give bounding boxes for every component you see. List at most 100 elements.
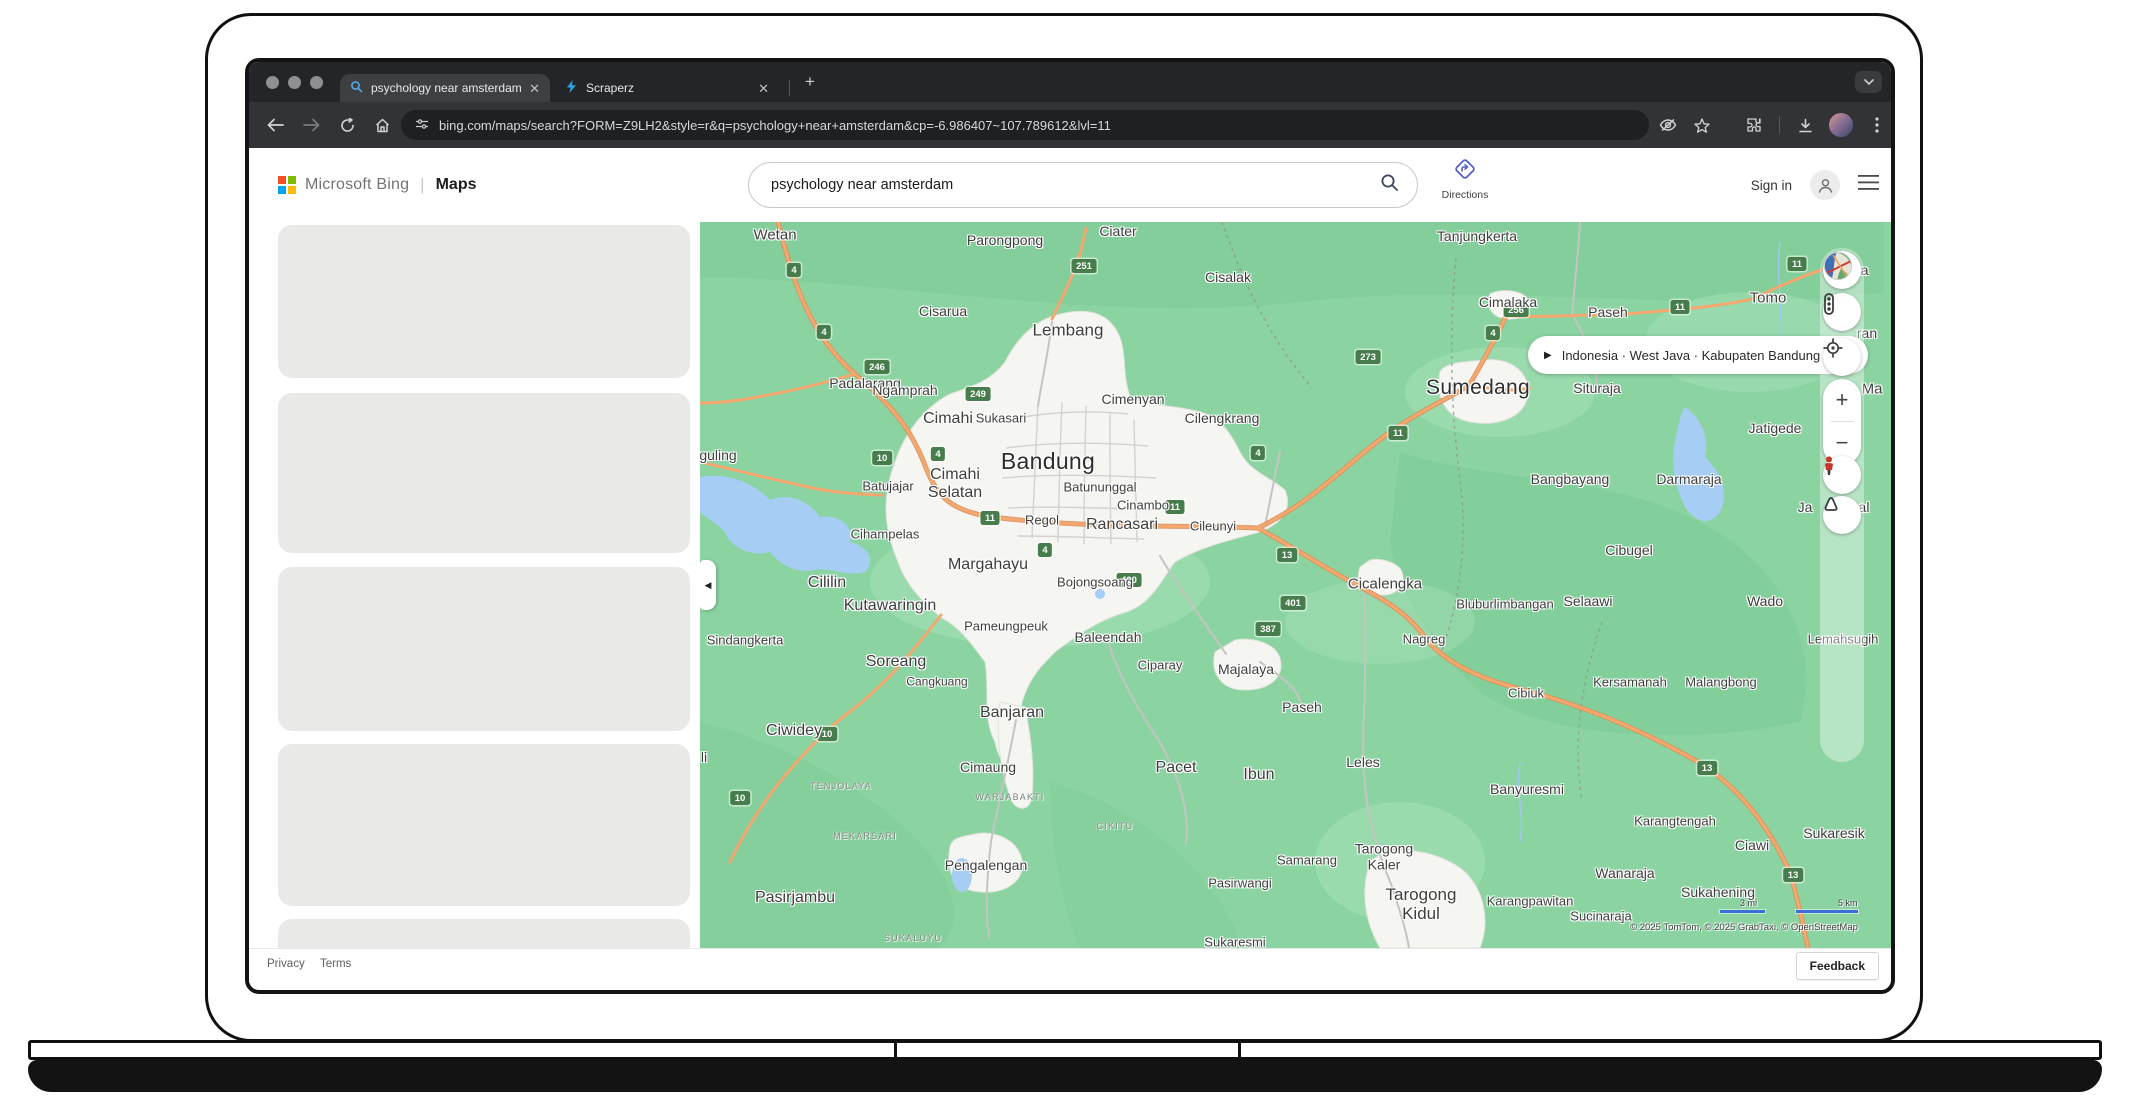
tab-search-chevron-button[interactable] (1855, 71, 1882, 93)
map-label: Pacet (1156, 759, 1197, 777)
browser-toolbar: bing.com/maps/search?FORM=Z9LH2&style=r&… (249, 102, 1891, 148)
results-sidebar (249, 222, 700, 948)
directions-diamond-icon (1451, 155, 1479, 183)
map-label: Situraja (1573, 381, 1620, 397)
sign-in-link[interactable]: Sign in (1751, 178, 1792, 193)
map-label: Sumedang (1426, 376, 1530, 400)
map-label: Ciparay (1138, 659, 1183, 674)
new-tab-button[interactable]: + (805, 72, 815, 92)
home-button[interactable] (370, 113, 394, 137)
map-label: Bluburlimbangan (1456, 598, 1554, 613)
map-style-button[interactable] (1823, 251, 1861, 289)
map-label: Ngamprah (872, 383, 937, 399)
map-label: TENJOLAYA (810, 781, 872, 791)
window-zoom-button[interactable] (310, 76, 323, 89)
map-label: Cisalak (1205, 270, 1251, 286)
map-label: Ciwidey (766, 722, 822, 740)
search-favicon-icon (350, 80, 363, 96)
map-label: Karangtengah (1634, 815, 1716, 830)
maps-search-box[interactable] (748, 162, 1418, 208)
tab-close-icon[interactable]: ✕ (758, 82, 769, 95)
maps-search-input[interactable] (749, 177, 1380, 193)
map-label: Cangkuang (906, 675, 967, 688)
traffic-button[interactable] (1823, 293, 1861, 331)
sidebar-collapse-button[interactable]: ◀ (700, 560, 716, 610)
zoom-control: + − (1823, 379, 1861, 465)
road-shield: 246 (865, 360, 890, 374)
bing-maps-header: Microsoft Bing | Maps Directions Sign in (249, 148, 1891, 222)
download-icon[interactable] (1793, 113, 1817, 137)
map-label: Majalaya (1218, 662, 1274, 678)
forward-button[interactable] (299, 113, 323, 137)
locate-me-button[interactable] (1823, 338, 1861, 376)
map-label: Paseh (1588, 305, 1628, 321)
tab-close-icon[interactable]: ✕ (529, 82, 540, 95)
laptop-hinge-notch (894, 1043, 897, 1057)
window-minimize-button[interactable] (288, 76, 301, 89)
back-button[interactable] (263, 113, 287, 137)
browser-tab-active[interactable]: psychology near amsterdam ✕ (340, 74, 550, 102)
road-shield: 13 (1697, 761, 1717, 775)
map-label: Cisarua (919, 304, 967, 320)
map-label: Sindangkerta (707, 634, 784, 649)
road-shield: 387 (1256, 622, 1281, 636)
scale-miles-label: 3 mi (1740, 898, 1757, 908)
map-label: Darmaraja (1656, 472, 1721, 488)
tilt-button[interactable] (1823, 496, 1861, 534)
account-avatar[interactable] (1810, 170, 1840, 200)
window-close-button[interactable] (266, 76, 279, 89)
eye-off-icon[interactable] (1656, 113, 1680, 137)
terms-link[interactable]: Terms (320, 958, 351, 970)
road-shield: 249 (966, 387, 991, 401)
directions-label: Directions (1435, 189, 1495, 201)
map-label: Samarang (1277, 854, 1337, 869)
map-label: Cihampelas (851, 528, 920, 543)
loading-skeleton-card (278, 393, 690, 553)
map-label: Sukasari (976, 412, 1027, 427)
scale-km-label: 5 km (1838, 898, 1858, 908)
feedback-button[interactable]: Feedback (1796, 952, 1879, 980)
privacy-link[interactable]: Privacy (267, 958, 305, 970)
map-label: Cinambo (1117, 499, 1169, 514)
map-label: MEKARSARI (833, 831, 897, 841)
map-label: Cimenyan (1101, 392, 1164, 408)
map-label: Kersamanah (1593, 676, 1667, 691)
reload-button[interactable] (335, 113, 359, 137)
locate-crosshair-icon (1823, 338, 1843, 358)
traffic-light-icon (1823, 293, 1835, 315)
extensions-icon[interactable] (1742, 113, 1766, 137)
browser-tab-inactive[interactable]: Scraperz ✕ (555, 74, 779, 102)
zoom-in-button[interactable]: + (1823, 379, 1861, 421)
map-label: Karangpawitan (1487, 895, 1574, 910)
map-label: Nagreg (1403, 633, 1446, 648)
hamburger-menu-icon[interactable] (1858, 175, 1879, 195)
directions-button[interactable]: Directions (1435, 155, 1495, 201)
map-label: Bandung (1001, 449, 1095, 475)
map-label: Banyuresmi (1490, 782, 1564, 798)
map-label: Selaawi (1563, 594, 1612, 610)
map-label: Bojongsoang (1057, 576, 1133, 591)
profile-avatar[interactable] (1829, 113, 1853, 137)
map-label: guling (700, 448, 737, 464)
map-label: Tanjungkerta (1437, 229, 1517, 245)
microsoft-logo-icon (278, 176, 296, 194)
road-shield: 11 (1388, 426, 1407, 440)
address-bar[interactable]: bing.com/maps/search?FORM=Z9LH2&style=r&… (401, 110, 1649, 140)
map-label: Rancasari (1086, 516, 1158, 534)
site-info-icon[interactable] (415, 117, 429, 134)
toolbar-separator (1779, 116, 1780, 134)
map-label: Pameungpeuk (964, 620, 1048, 635)
road-shield: 10 (730, 791, 750, 805)
bing-logo[interactable]: Microsoft Bing | Maps (278, 148, 477, 222)
kebab-menu-icon[interactable] (1865, 113, 1889, 137)
map-label: Cicalengka (1348, 577, 1422, 594)
map-label: Cibiuk (1508, 687, 1544, 702)
bookmark-star-icon[interactable] (1690, 113, 1714, 137)
streetside-button[interactable] (1823, 456, 1861, 494)
search-icon[interactable] (1380, 173, 1399, 197)
map-canvas[interactable]: 4251256411114246249273111041111444001340… (700, 222, 1891, 948)
laptop-deck (28, 1040, 2102, 1060)
breadcrumb-expand-icon[interactable]: ▶ (1544, 350, 1552, 361)
map-label: Cilengkrang (1185, 411, 1260, 427)
location-breadcrumb[interactable]: ▶ Indonesia · West Java · Kabupaten Band… (1528, 336, 1868, 374)
